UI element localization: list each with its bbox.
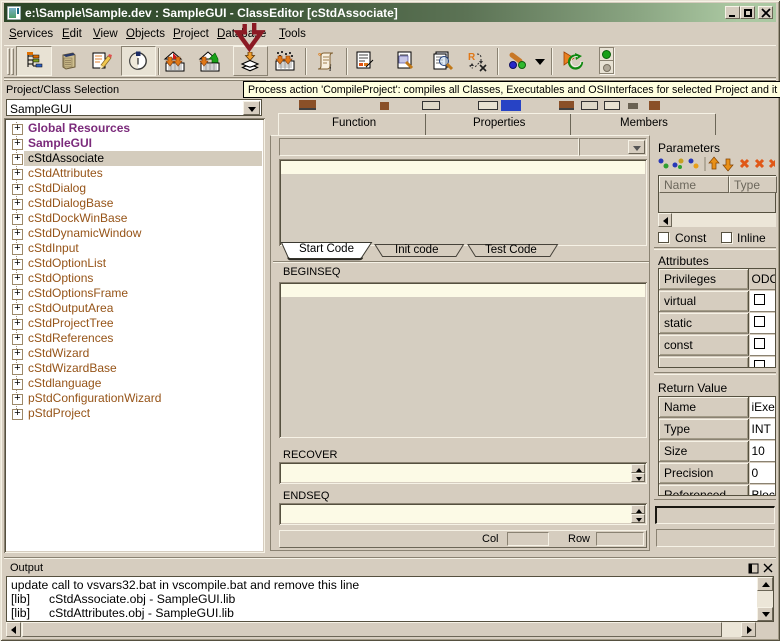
svg-text:i: i — [329, 63, 332, 72]
svg-text:R: R — [468, 52, 476, 63]
svg-text:°: ° — [318, 52, 321, 61]
